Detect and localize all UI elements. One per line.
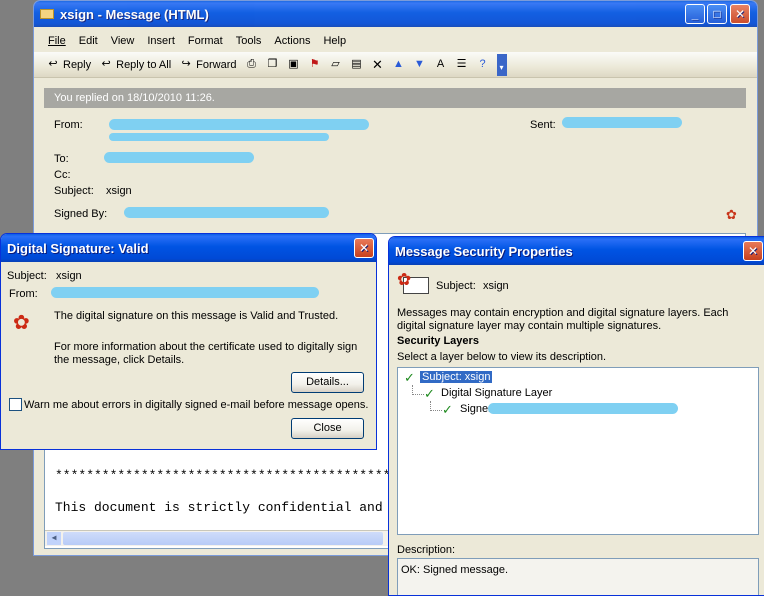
close-button[interactable]: Close <box>291 418 364 439</box>
sig-from-redacted <box>51 287 319 298</box>
scroll-left-icon[interactable]: ◀ <box>47 532 61 545</box>
digital-signature-close-x[interactable]: ✕ <box>354 238 374 258</box>
cc-label: Cc: <box>54 169 71 181</box>
security-subject-value: xsign <box>483 280 509 292</box>
description-label: Description: <box>397 544 456 556</box>
envelope-icon <box>40 9 54 19</box>
signer-redacted <box>488 403 678 414</box>
copy-icon[interactable]: ❐ <box>266 58 280 71</box>
warn-checkbox-label: Warn me about errors in digitally signed… <box>24 399 369 411</box>
minimize-button[interactable]: _ <box>685 4 705 24</box>
menu-file[interactable]: File <box>48 35 66 47</box>
message-window-title: xsign - Message (HTML) <box>60 6 209 22</box>
reply-button[interactable]: ↩ Reply <box>46 58 91 71</box>
security-subject-label: Subject: <box>436 280 476 292</box>
signature-ribbon-icon[interactable]: ✿ <box>726 207 737 223</box>
description-text: OK: Signed message. <box>401 564 509 576</box>
sig-more-info-text: For more information about the certifica… <box>54 341 358 366</box>
help-icon[interactable]: ? <box>476 58 490 71</box>
subject-value: xsign <box>106 185 132 197</box>
tree-item-signer[interactable]: Signer <box>460 403 492 415</box>
body-text-line: This document is strictly confidential a… <box>55 500 383 515</box>
save-icon[interactable]: ▤ <box>350 58 364 71</box>
security-close-x[interactable]: ✕ <box>743 241 763 261</box>
close-window-button[interactable]: ✕ <box>730 4 750 24</box>
digital-signature-dialog: Digital Signature: Valid ✕ Subject: xsig… <box>0 233 377 450</box>
security-title: Message Security Properties <box>395 243 573 259</box>
menu-actions[interactable]: Actions <box>274 35 310 47</box>
tree-line-1 <box>412 385 424 395</box>
message-title-bar[interactable]: xsign - Message (HTML) _ □ ✕ <box>34 1 757 27</box>
toolbar-options-chevron-icon[interactable]: ▾ <box>496 53 507 76</box>
sig-from-label: From: <box>9 288 38 300</box>
tree-item-subject[interactable]: Subject: xsign <box>420 371 493 383</box>
toolbar: ↩ Reply ↩ Reply to All ↪ Forward ⎙ ❐ ▣ ⚑ ▱ … <box>34 52 757 78</box>
menu-help[interactable]: Help <box>323 35 346 47</box>
security-intro-text: Messages may contain encryption and digi… <box>397 307 729 332</box>
details-button[interactable]: Details... <box>291 372 364 393</box>
font-size-icon[interactable]: A <box>434 58 448 71</box>
info-bar: You replied on 18/10/2010 11:26. <box>44 88 746 108</box>
from-value-redacted <box>109 119 369 130</box>
tree-check-icon-signer: ✓ <box>442 402 453 417</box>
next-item-icon[interactable]: ▼ <box>413 58 427 71</box>
from-value-redacted-line2 <box>109 133 329 141</box>
to-label: To: <box>54 153 69 165</box>
delete-icon[interactable]: ✕ <box>371 58 385 71</box>
previous-item-icon[interactable]: ▲ <box>392 58 406 71</box>
security-layers-heading: Security Layers <box>397 335 479 347</box>
security-title-bar[interactable]: Message Security Properties ✕ <box>389 237 764 265</box>
description-box: OK: Signed message. <box>397 558 759 595</box>
print-icon[interactable]: ⎙ <box>245 58 259 71</box>
message-security-dialog: Message Security Properties ✕ ✿ Subject:… <box>388 236 764 596</box>
from-label: From: <box>54 119 83 131</box>
security-layers-tree: ✓ Subject: xsign ✓ Digital Signature Lay… <box>397 367 759 535</box>
reply-all-button[interactable]: ↩ Reply to All <box>99 58 172 71</box>
menu-bar: File Edit View Insert Format Tools Actio… <box>34 31 757 51</box>
flag-icon[interactable]: ⚑ <box>308 58 322 71</box>
reply-icon: ↩ <box>48 58 58 70</box>
menu-edit[interactable]: Edit <box>79 35 98 47</box>
menu-insert[interactable]: Insert <box>147 35 175 47</box>
sig-ribbon-icon: ✿ <box>13 312 30 334</box>
move-to-folder-icon[interactable]: ▣ <box>287 58 301 71</box>
sig-subject-label: Subject: <box>7 270 47 282</box>
forward-icon: ↪ <box>181 58 191 70</box>
digital-signature-title: Digital Signature: Valid <box>7 240 149 256</box>
scroll-thumb[interactable] <box>63 532 383 545</box>
body-stars-line: ****************************************… <box>55 468 399 483</box>
forward-button[interactable]: ↪ Forward <box>179 58 237 71</box>
warn-checkbox[interactable] <box>9 398 22 411</box>
tree-check-icon-subject: ✓ <box>404 370 415 385</box>
tree-check-icon-layer: ✓ <box>424 386 435 401</box>
tree-item-digital-signature-layer[interactable]: Digital Signature Layer <box>441 387 552 399</box>
subject-label: Subject: <box>54 185 94 197</box>
tree-line-2 <box>430 401 442 411</box>
menu-tools[interactable]: Tools <box>236 35 262 47</box>
sig-subject-value: xsign <box>56 270 82 282</box>
signed-by-value-redacted <box>124 207 329 218</box>
to-value-redacted <box>104 152 254 163</box>
menu-view[interactable]: View <box>111 35 135 47</box>
signed-by-label: Signed By: <box>54 208 108 220</box>
address-book-icon[interactable]: ☰ <box>455 58 469 71</box>
signed-envelope-icon: ✿ <box>397 271 431 295</box>
reply-all-icon: ↩ <box>101 58 111 70</box>
digital-signature-title-bar[interactable]: Digital Signature: Valid ✕ <box>1 234 376 262</box>
sig-valid-text: The digital signature on this message is… <box>54 310 339 322</box>
horizontal-scrollbar[interactable]: ◀ <box>45 530 391 546</box>
menu-format[interactable]: Format <box>188 35 223 47</box>
sent-label: Sent: <box>530 119 556 131</box>
sent-value-redacted <box>562 117 682 128</box>
maximize-button[interactable]: □ <box>707 4 727 24</box>
open-folder-icon[interactable]: ▱ <box>329 58 343 71</box>
security-layers-hint: Select a layer below to view its descrip… <box>397 351 607 363</box>
